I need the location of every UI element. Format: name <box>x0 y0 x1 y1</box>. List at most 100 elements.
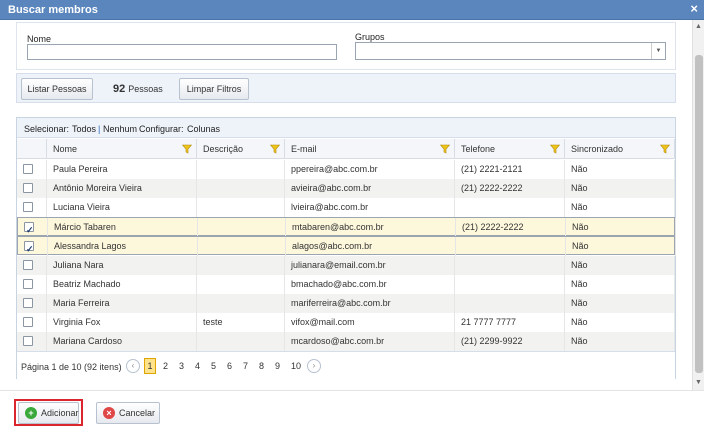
select-separator: | <box>98 124 101 134</box>
row-checkbox[interactable] <box>23 202 33 213</box>
scrollbar-thumb[interactable] <box>695 55 703 373</box>
filter-icon[interactable] <box>270 144 280 154</box>
table-cell: julianara@email.com.br <box>285 255 455 275</box>
table-cell <box>455 293 565 313</box>
table-cell: vifox@mail.com <box>285 312 455 332</box>
table-row[interactable]: Mariana Cardoso mcardoso@abc.com.br (21) 2… <box>17 331 675 351</box>
table-row[interactable]: Antônio Moreira Vieira avieira@abc.com.br… <box>17 179 675 199</box>
checkbox-cell: ✓ <box>18 237 48 257</box>
clear-filters-button[interactable]: Limpar Filtros <box>179 78 249 100</box>
name-label: Nome <box>27 34 52 44</box>
checkmark-icon: ✓ <box>26 225 34 236</box>
page-number-link[interactable]: 9 <box>275 361 280 371</box>
table-row[interactable]: ✓ Alessandra Lagos alagos@abc.com.br Não <box>17 236 676 257</box>
column-header[interactable]: Sincronizado <box>565 139 675 159</box>
row-checkbox[interactable] <box>23 183 33 194</box>
table-cell: avieira@abc.com.br <box>285 179 455 199</box>
list-people-button[interactable]: Listar Pessoas <box>21 78 93 100</box>
footer-divider <box>0 390 704 391</box>
table-cell: ppereira@abc.com.br <box>285 160 455 179</box>
configure-label: Configurar: <box>139 124 184 134</box>
prev-page-icon[interactable]: ‹ <box>126 359 140 373</box>
table-row[interactable]: Paula Pereira ppereira@abc.com.br (21) 222… <box>17 160 675 179</box>
column-header[interactable]: E-mail <box>285 139 455 159</box>
table-cell: (21) 2222-2222 <box>456 218 566 238</box>
table-cell: Não <box>565 274 675 294</box>
dialog-titlebar: Buscar membros × <box>0 0 704 20</box>
cancel-icon: × <box>103 407 115 419</box>
row-checkbox[interactable] <box>23 259 33 270</box>
page-number-link[interactable]: 3 <box>179 361 184 371</box>
checkmark-icon: ✓ <box>26 244 34 255</box>
vertical-scrollbar[interactable]: ▲ ▼ <box>692 20 704 390</box>
add-button[interactable]: + Adicionar <box>18 402 79 424</box>
row-checkbox[interactable]: ✓ <box>24 241 34 254</box>
table-cell: (21) 2222-2222 <box>455 179 565 199</box>
table-cell: Paula Pereira <box>47 160 197 179</box>
column-header[interactable]: Telefone <box>455 139 565 159</box>
dialog-title: Buscar membros <box>8 4 98 16</box>
row-checkbox[interactable] <box>23 297 33 308</box>
table-cell: bmachado@abc.com.br <box>285 274 455 294</box>
checkbox-cell <box>17 331 47 351</box>
row-checkbox[interactable]: ✓ <box>24 222 34 235</box>
cancel-button[interactable]: × Cancelar <box>96 402 160 424</box>
table-cell: alagos@abc.com.br <box>286 237 456 257</box>
page-number-link[interactable]: 4 <box>195 361 200 371</box>
close-icon[interactable]: × <box>690 2 698 16</box>
table-cell: Juliana Nara <box>47 255 197 275</box>
page-number-link[interactable]: 8 <box>259 361 264 371</box>
column-header[interactable]: Descrição <box>197 139 285 159</box>
page-number-link[interactable]: 7 <box>243 361 248 371</box>
table-row[interactable]: Juliana Nara julianara@email.com.br Não <box>17 255 675 275</box>
filter-icon[interactable] <box>550 144 560 154</box>
filter-icon[interactable] <box>182 144 192 154</box>
next-page-icon[interactable]: › <box>307 359 321 373</box>
select-all-link[interactable]: Todos <box>72 124 96 134</box>
scroll-down-icon[interactable]: ▼ <box>693 376 704 390</box>
row-checkbox[interactable] <box>23 278 33 289</box>
checkbox-cell <box>17 198 47 218</box>
table-row[interactable]: ✓ Márcio Tabaren mtabaren@abc.com.br (21) 2… <box>17 217 676 238</box>
column-header[interactable]: Nome <box>47 139 197 159</box>
cancel-button-label: Cancelar <box>119 408 156 418</box>
page-number-link[interactable]: 10 <box>291 361 301 371</box>
name-input[interactable] <box>27 44 337 60</box>
configure-columns-link[interactable]: Colunas <box>187 124 220 134</box>
row-checkbox[interactable] <box>23 335 33 346</box>
page-number-link[interactable]: 6 <box>227 361 232 371</box>
checkbox-cell <box>17 312 47 332</box>
page-number-link[interactable]: 2 <box>163 361 168 371</box>
action-bar: Listar Pessoas 92 Pessoas Limpar Filtros <box>16 73 676 103</box>
scroll-up-icon[interactable]: ▲ <box>693 20 704 34</box>
add-button-label: Adicionar <box>41 408 79 418</box>
table-cell: Não <box>565 312 675 332</box>
table-cell: Maria Ferreira <box>47 293 197 313</box>
table-cell: lvieira@abc.com.br <box>285 198 455 218</box>
filter-icon[interactable] <box>440 144 450 154</box>
chevron-down-icon[interactable]: ▼ <box>651 43 665 59</box>
table-cell: Não <box>565 331 675 351</box>
table-cell: Não <box>565 255 675 275</box>
table-row[interactable]: Beatriz Machado bmachado@abc.com.br Não <box>17 274 675 294</box>
table-row[interactable]: Virginia Fox teste vifox@mail.com 21 7777 7… <box>17 312 675 332</box>
groups-select[interactable]: ▼ <box>355 42 666 60</box>
checkbox-cell <box>17 293 47 313</box>
table-cell: Beatriz Machado <box>47 274 197 294</box>
table-row[interactable]: Luciana Vieira lvieira@abc.com.br Não <box>17 198 675 218</box>
current-page[interactable]: 1 <box>144 358 156 374</box>
filter-icon[interactable] <box>660 144 670 154</box>
table-cell: Antônio Moreira Vieira <box>47 179 197 199</box>
table-row[interactable]: Maria Ferreira mariferreira@abc.com.br Não <box>17 293 675 313</box>
column-header-label: Telefone <box>461 144 496 154</box>
select-none-link[interactable]: Nenhum <box>103 124 137 134</box>
table-cell: Alessandra Lagos <box>48 237 198 257</box>
people-count: 92 Pessoas <box>113 83 163 95</box>
pager-info: Página 1 de 10 (92 itens) <box>21 362 122 372</box>
column-header-label: Sincronizado <box>571 144 624 154</box>
row-checkbox[interactable] <box>23 164 33 174</box>
table-cell: Não <box>565 293 675 313</box>
row-checkbox[interactable] <box>23 316 33 327</box>
page-number-link[interactable]: 5 <box>211 361 216 371</box>
checkbox-cell <box>17 274 47 294</box>
